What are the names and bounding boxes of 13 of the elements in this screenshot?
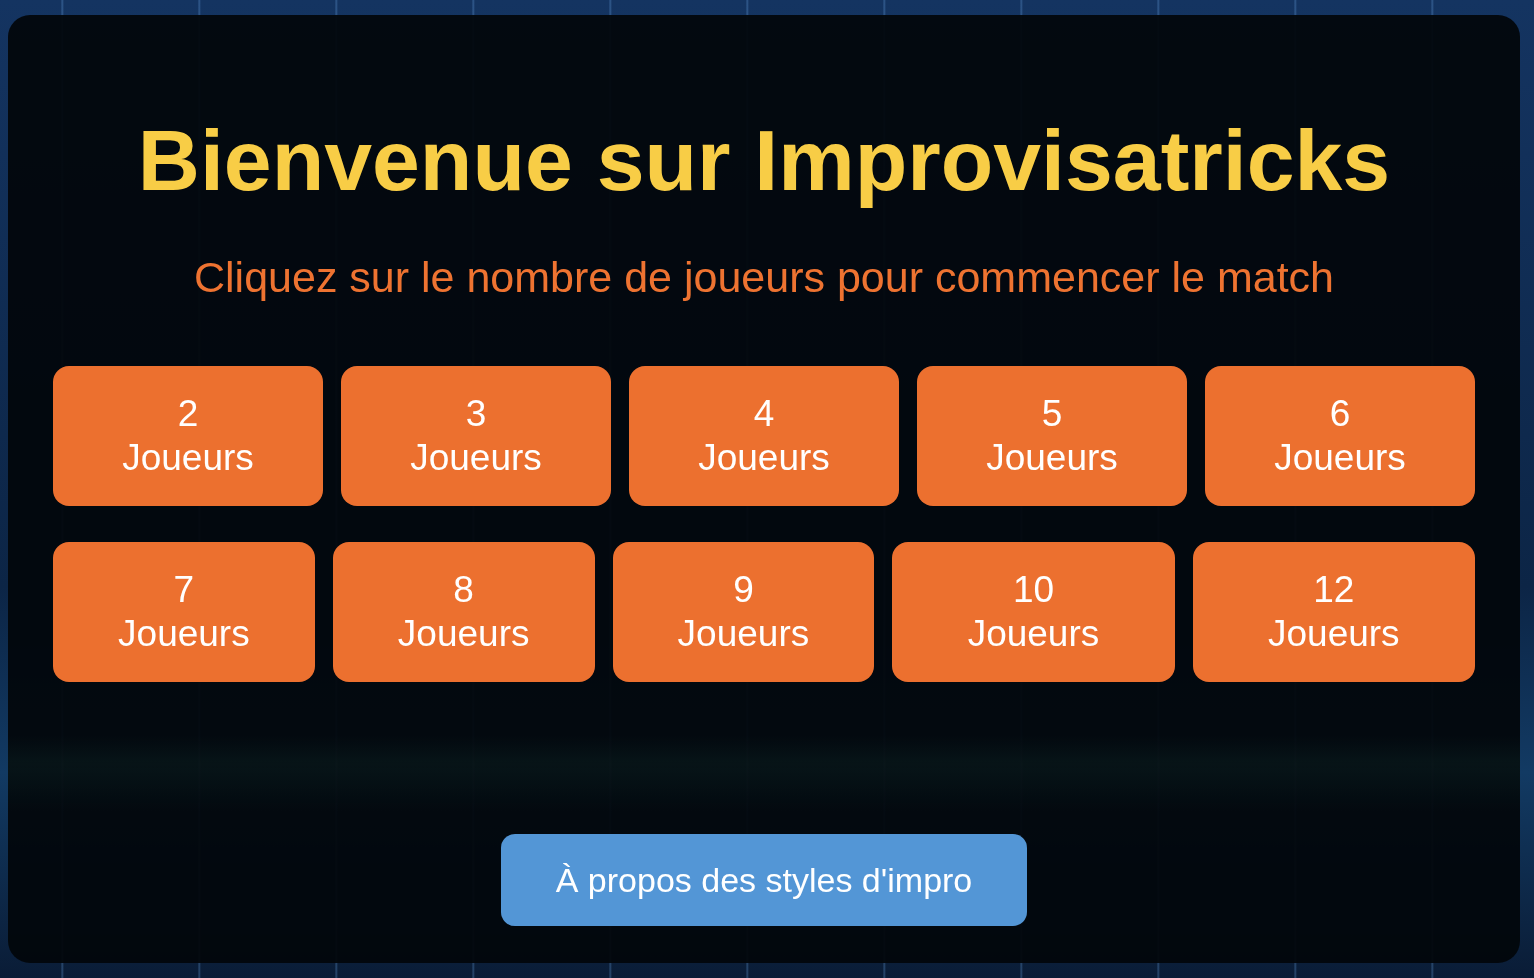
player-count-button[interactable]: 2 Joueurs xyxy=(53,366,323,506)
player-count-button[interactable]: 10 Joueurs xyxy=(892,542,1175,682)
page-title: Bienvenue sur Improvisatricks xyxy=(137,111,1391,210)
player-count-button[interactable]: 8 Joueurs xyxy=(332,542,595,682)
player-count-button[interactable]: 9 Joueurs xyxy=(612,542,875,682)
player-count-button[interactable]: 4 Joueurs xyxy=(629,366,899,506)
player-count-button[interactable]: 6 Joueurs xyxy=(1205,366,1475,506)
instruction-text: Cliquez sur le nombre de joueurs pour commencer le match xyxy=(194,252,1334,302)
player-count-button[interactable]: 5 Joueurs xyxy=(917,366,1187,506)
player-count-button[interactable]: 12 Joueurs xyxy=(1192,542,1475,682)
player-count-button[interactable]: 7 Joueurs xyxy=(53,542,315,682)
about-styles-button[interactable]: À propos des styles d'impro xyxy=(500,834,1028,926)
player-count-button[interactable]: 3 Joueurs xyxy=(341,366,611,506)
